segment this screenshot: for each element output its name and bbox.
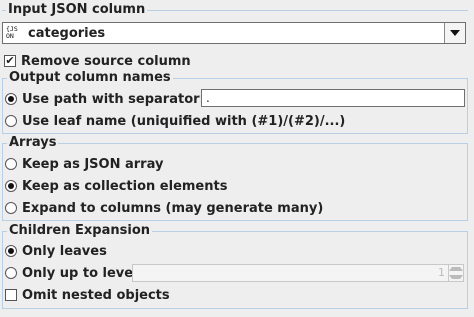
children-title: Children Expansion [7,223,153,239]
chevron-down-icon [450,30,460,36]
input-column-selected: categories [28,25,106,41]
input-column-combo[interactable]: {JS ON categories [2,22,466,44]
json-column-icon: {JS ON [6,25,18,40]
expand-columns-radio[interactable] [5,202,17,214]
keep-collection-radio[interactable] [5,180,17,192]
keep-collection-option[interactable]: Keep as collection elements [5,177,227,195]
only-up-to-label: Only up to level [22,265,138,281]
use-path-option[interactable]: Use path with separator: [5,90,205,108]
only-up-to-option[interactable]: Only up to level [5,264,138,282]
keep-json-array-radio[interactable] [5,158,17,170]
keep-json-array-option[interactable]: Keep as JSON array [5,155,163,173]
use-leaf-radio[interactable] [5,115,17,127]
spinner-down-button[interactable] [449,273,463,281]
use-path-label: Use path with separator: [22,91,205,107]
combo-dropdown-button[interactable] [444,23,465,43]
omit-nested-option[interactable]: Omit nested objects [5,286,170,304]
only-leaves-label: Only leaves [22,243,107,259]
keep-json-array-label: Keep as JSON array [22,156,164,172]
spinner-up-button[interactable] [449,265,463,273]
use-path-radio[interactable] [5,93,17,105]
arrays-title: Arrays [7,135,59,151]
expand-columns-label: Expand to columns (may generate many) [22,200,324,216]
use-leaf-label: Use leaf name (uniquified with (#1)/(#2)… [22,113,346,129]
level-spinner[interactable]: 1 [132,264,464,282]
input-column-title: Input JSON column [6,2,148,18]
only-leaves-radio[interactable] [5,245,17,257]
remove-source-checkbox[interactable]: ✔ [4,55,16,67]
level-value: 1 [438,266,445,279]
remove-source-row[interactable]: ✔ Remove source column [4,52,191,70]
spinner-buttons[interactable] [448,265,463,281]
chevron-down-icon [449,275,463,279]
separator-input[interactable]: . [201,89,465,107]
chevron-up-icon [449,267,463,271]
omit-nested-checkbox[interactable] [5,289,17,301]
remove-source-label: Remove source column [21,53,191,69]
keep-collection-label: Keep as collection elements [22,178,228,194]
omit-nested-label: Omit nested objects [22,287,170,303]
only-up-to-radio[interactable] [5,267,17,279]
check-icon: ✔ [5,54,15,67]
only-leaves-option[interactable]: Only leaves [5,242,107,260]
use-leaf-option[interactable]: Use leaf name (uniquified with (#1)/(#2)… [5,112,345,130]
expand-columns-option[interactable]: Expand to columns (may generate many) [5,199,323,217]
output-names-title: Output column names [7,70,173,86]
